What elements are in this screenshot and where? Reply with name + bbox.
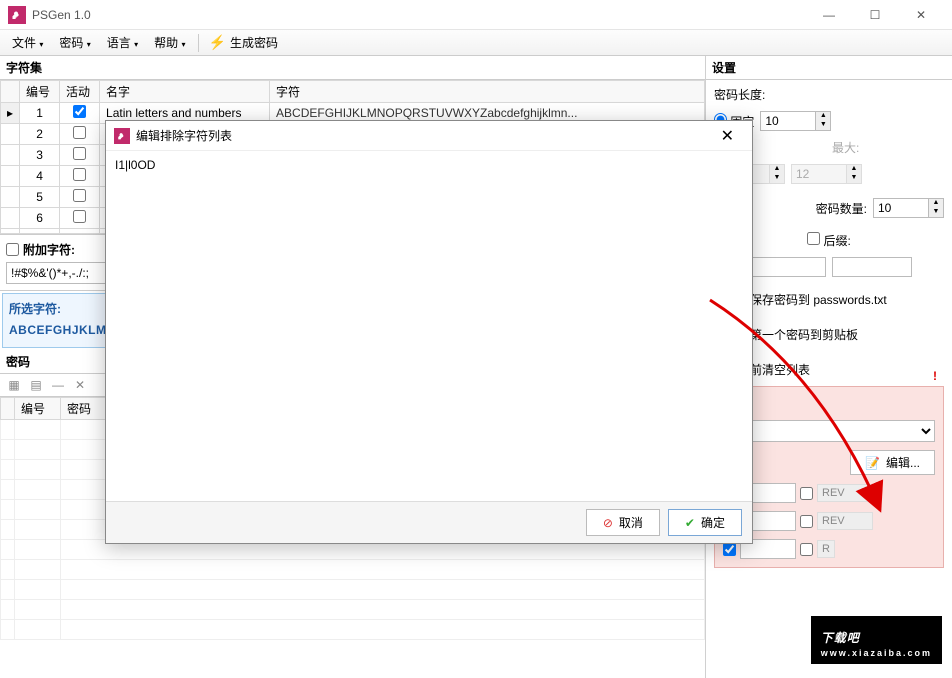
generate-label: 生成密码 [230,34,278,51]
window-controls: — ☐ ✕ [806,0,944,30]
rule-checkbox[interactable] [723,543,736,556]
dialog-title: 编辑排除字符列表 [136,127,232,144]
spinner-icon: ▲▼ [770,164,785,184]
charset-header: 字符集 [0,56,705,80]
maximize-button[interactable]: ☐ [852,0,898,30]
spinner-icon: ▲▼ [847,164,862,184]
generate-button[interactable]: ⚡ 生成密码 [203,32,284,53]
dialog-icon [114,128,130,144]
dialog-body: I1|l0OD [106,151,752,501]
menubar: 文件 ▾ 密码 ▾ 语言 ▾ 帮助 ▾ ⚡ 生成密码 [0,30,952,56]
exclusion-select[interactable] [723,420,935,442]
bolt-icon: ⚡ [209,34,226,51]
save-icon[interactable]: ▤ [26,376,46,394]
addchars-checkbox[interactable] [6,243,19,256]
exclusion-textarea[interactable]: I1|l0OD [114,157,744,495]
rev-label: R [817,540,835,558]
menu-file[interactable]: 文件 ▾ [4,30,51,55]
rev-checkbox[interactable] [800,543,813,556]
count-label: 密码数量: [816,200,867,217]
app-icon [8,6,26,24]
rev-label: REV [817,512,873,530]
dialog-close-button[interactable]: ✕ [711,122,744,150]
spinner-icon[interactable]: ▲▼ [929,198,944,218]
menu-help[interactable]: 帮助 ▾ [146,30,193,55]
exclusion-dialog: 编辑排除字符列表 ✕ I1|l0OD ⊘ 取消 ✔ 确定 [105,120,753,544]
watermark: 下载吧 www.xiazaiba.com [811,616,942,664]
col-active[interactable]: 活动 [60,81,100,103]
length-label: 密码长度: [714,86,944,103]
rev-checkbox[interactable] [800,515,813,528]
ok-icon: ✔ [685,516,695,530]
edit-button-label: 编辑... [886,454,920,471]
suffix-input-2[interactable] [832,257,912,277]
fixed-length-input[interactable] [760,111,816,131]
menu-separator [198,34,199,52]
menu-language[interactable]: 语言 ▾ [99,30,146,55]
rule-row: R [723,539,935,559]
max-length-input [791,164,847,184]
settings-header: 设置 [706,56,952,80]
exclusion-chars-label: 字符: [723,395,935,412]
cancel-label: 取消 [619,514,643,531]
app-title: PSGen 1.0 [32,8,91,22]
col-pw-num[interactable]: 编号 [15,398,61,420]
col-chars[interactable]: 字符 [270,81,705,103]
suffix-checkbox[interactable] [807,232,820,245]
watermark-text: 下载吧 [821,631,860,645]
row-num: 1 [20,103,60,124]
cancel-button[interactable]: ⊘ 取消 [586,509,660,536]
menu-password[interactable]: 密码 ▾ [51,30,98,55]
watermark-url: www.xiazaiba.com [821,648,932,658]
clear-icon[interactable]: ✕ [70,376,90,394]
copy-icon[interactable]: ▦ [4,376,24,394]
col-num[interactable]: 编号 [20,81,60,103]
edit-button[interactable]: 📝 编辑... [850,450,935,475]
row-selector[interactable]: ▸ [1,103,20,124]
minimize-button[interactable]: — [806,0,852,30]
remove-icon[interactable]: — [48,376,68,394]
max-label: 最大: [832,139,944,156]
dialog-titlebar: 编辑排除字符列表 ✕ [106,121,752,151]
alert-icon: ! [933,369,937,383]
rule-row: REV [723,511,935,531]
ok-label: 确定 [701,514,725,531]
rev-label: REV [817,484,873,502]
cancel-icon: ⊘ [603,516,613,530]
corner-cell [1,81,20,103]
titlebar: PSGen 1.0 — ☐ ✕ [0,0,952,30]
suffix-checkbox-label[interactable]: 后缀: [807,232,851,249]
edit-icon: 📝 [865,456,880,470]
dialog-footer: ⊘ 取消 ✔ 确定 [106,501,752,543]
rule-row: REV [723,483,935,503]
count-input[interactable] [873,198,929,218]
suffix-input-1[interactable] [746,257,826,277]
col-name[interactable]: 名字 [100,81,270,103]
row-active[interactable] [60,103,100,124]
rev-checkbox[interactable] [800,487,813,500]
corner-cell [1,398,15,420]
ok-button[interactable]: ✔ 确定 [668,509,742,536]
spinner-icon[interactable]: ▲▼ [816,111,831,131]
close-button[interactable]: ✕ [898,0,944,30]
